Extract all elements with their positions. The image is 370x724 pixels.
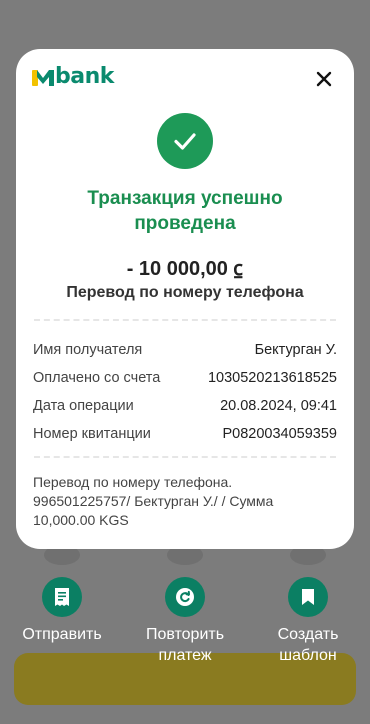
detail-row: Оплачено со счета 1030520213618525 [33, 364, 337, 392]
status-title: Транзакция успешно проведена [36, 186, 334, 236]
detail-row: Дата операции 20.08.2024, 09:41 [33, 392, 337, 420]
mbank-logo-mark-icon [32, 70, 54, 86]
mbank-logo: bank [32, 66, 114, 88]
detail-label: Номер квитанции [33, 426, 151, 442]
action-label: Создать шаблон [253, 624, 363, 666]
detail-label: Оплачено со счета [33, 370, 161, 386]
transaction-amount: - 10 000,00 ⃀ [126, 258, 244, 280]
detail-value: P0820034059359 [222, 426, 337, 442]
action-bar: Отправить Повторить платеж Создать шабло… [0, 577, 370, 667]
status-title-line: Транзакция успешно [87, 188, 283, 209]
checkmark-icon [174, 133, 196, 150]
action-label: Повторить платеж [130, 624, 240, 666]
action-label-line: Отправить [22, 626, 102, 643]
details-list: Имя получателя Бектурган У. Оплачено со … [33, 336, 337, 448]
action-label-line: Повторить [145, 626, 225, 643]
send-button[interactable]: Отправить [7, 577, 117, 645]
action-icon-circle [42, 577, 82, 617]
action-icon-circle [165, 577, 205, 617]
detail-label: Имя получателя [33, 342, 143, 358]
success-badge [157, 113, 213, 169]
payment-purpose: Перевод по номеру телефона. 996501225757… [33, 473, 337, 530]
detail-row: Имя получателя Бектурган У. [33, 336, 337, 364]
payment-purpose-line: 10,000.00 KGS [33, 512, 129, 528]
detail-row: Номер квитанции P0820034059359 [33, 420, 337, 448]
action-label: Отправить [7, 624, 117, 645]
dashed-divider [34, 319, 336, 321]
receipt-icon [55, 588, 69, 606]
repeat-icon [176, 588, 194, 606]
transaction-type: Перевод по номеру телефона [66, 284, 304, 301]
repeat-payment-button[interactable]: Повторить платеж [130, 577, 240, 666]
status-title-line: проведена [134, 213, 236, 234]
payment-purpose-line: Перевод по номеру телефона. [33, 474, 233, 490]
detail-label: Дата операции [33, 398, 134, 414]
payment-purpose-line: 996501225757/ Бектурган У./ / Сумма [33, 493, 274, 509]
dashed-divider [34, 456, 336, 458]
detail-value: 20.08.2024, 09:41 [220, 398, 337, 414]
bookmark-icon [302, 589, 314, 605]
detail-value: Бектурган У. [254, 342, 337, 358]
logo-text: bank [55, 64, 114, 89]
detail-value: 1030520213618525 [207, 370, 337, 386]
action-label-line: шаблон [279, 647, 337, 664]
close-button[interactable] [310, 65, 338, 93]
receipt-card: bank Транзакция успешно проведена - 10 0… [16, 49, 354, 549]
close-icon [316, 71, 332, 87]
create-template-button[interactable]: Создать шаблон [253, 577, 363, 666]
action-label-line: Создать [277, 626, 339, 643]
action-label-line: платеж [158, 647, 212, 664]
action-icon-circle [288, 577, 328, 617]
